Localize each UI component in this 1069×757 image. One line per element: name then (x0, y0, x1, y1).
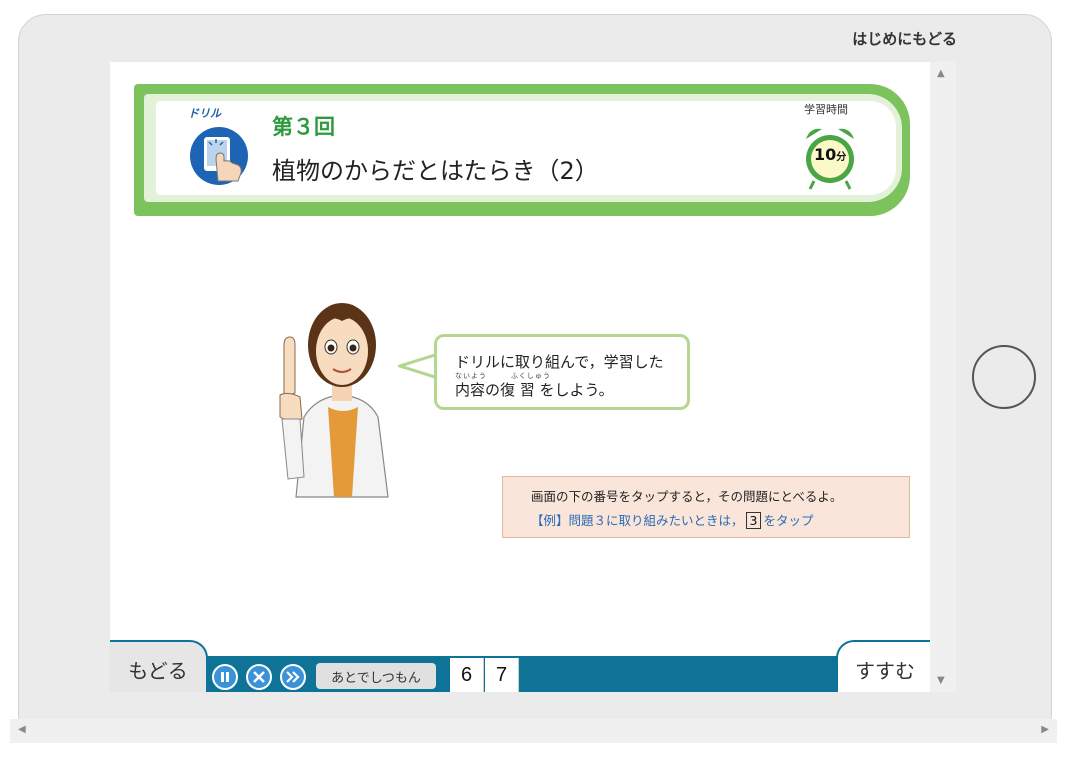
speech-line-2: 内容の復 習 をしよう。 (455, 381, 614, 399)
speech-bubble: ドリルに取り組んで，学習した ないよう ふくしゅう 内容の復 習 をしよう。 (434, 334, 690, 410)
skip-button[interactable] (280, 664, 306, 690)
next-button[interactable]: すすむ (836, 640, 930, 692)
pause-button[interactable] (212, 664, 238, 690)
round-number: 第３回 (272, 115, 335, 139)
skip-icon (286, 671, 300, 683)
scroll-up-arrow-icon[interactable]: ▲ (937, 68, 945, 79)
example-number-box: 3 (745, 512, 762, 529)
lesson-header: ドリル 第３回 植物のからだとはたらき（2） 学習時間 10分 (134, 84, 910, 216)
speech-line-1: ドリルに取り組んで，学習した (455, 353, 664, 371)
back-to-start-link[interactable]: はじめにもどる (852, 28, 957, 49)
study-time-value: 10分 (814, 145, 847, 164)
question-number-6[interactable]: 6 (450, 658, 484, 692)
instruction-example: 【例】問題３に取り組みたいときは， 3 をタップ (531, 512, 814, 529)
scroll-left-arrow-icon[interactable]: ◀ (18, 724, 26, 735)
scroll-right-arrow-icon[interactable]: ▶ (1041, 724, 1049, 735)
instruction-text: 画面の下の番号をタップすると，その問題にとべるよ。 (531, 489, 843, 504)
horizontal-scrollbar[interactable]: ◀ ▶ (10, 719, 1057, 743)
lesson-screen: ドリル 第３回 植物のからだとはたらき（2） 学習時間 10分 ドリルに取り組ん… (110, 62, 930, 692)
close-button[interactable] (246, 664, 272, 690)
study-time-label: 学習時間 (804, 103, 848, 116)
instruction-box: 画面の下の番号をタップすると，その問題にとべるよ。 【例】問題３に取り組みたいと… (502, 476, 910, 538)
ask-later-button[interactable]: あとでしつもん (316, 663, 436, 689)
scroll-down-arrow-icon[interactable]: ▼ (937, 675, 945, 686)
drill-label: ドリル (188, 107, 221, 120)
home-button[interactable] (972, 345, 1036, 409)
back-button[interactable]: もどる (110, 640, 208, 692)
pause-icon (221, 672, 229, 682)
question-number-7[interactable]: 7 (485, 658, 519, 692)
teacher-illustration (279, 303, 389, 498)
speech-bubble-tail (398, 352, 438, 380)
tap-hand-icon (190, 127, 248, 185)
close-icon (253, 671, 265, 683)
lesson-title: 植物のからだとはたらき（2） (272, 157, 599, 185)
vertical-scrollbar[interactable]: ▲ ▼ (930, 62, 956, 692)
